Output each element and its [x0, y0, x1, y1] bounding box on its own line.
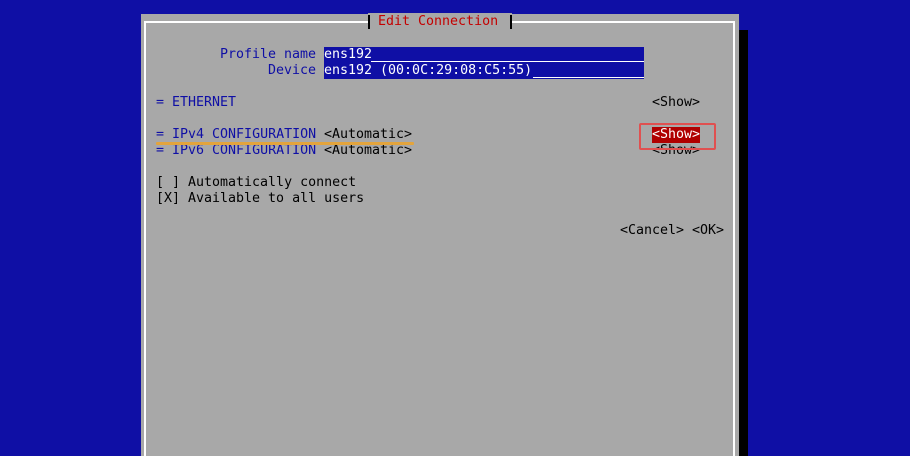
dialog-shadow [739, 30, 748, 456]
ipv4-method-dropdown[interactable]: <Automatic> [324, 127, 412, 143]
ipv4-annotation-underline [156, 142, 414, 145]
device-label: Device [268, 63, 317, 78]
ipv6-method-dropdown[interactable]: <Automatic> [324, 143, 412, 159]
device-field-underline [533, 77, 644, 78]
all-users-label: Available to all users [188, 191, 365, 206]
ipv4-section-label: = IPv4 CONFIGURATION [156, 127, 317, 142]
dialog-title-bar: Edit Connection [368, 13, 512, 31]
profile-name-label: Profile name [220, 47, 317, 62]
ethernet-section-label: = ETHERNET [156, 95, 237, 110]
cancel-button[interactable]: <Cancel> [620, 223, 684, 239]
ethernet-show-button[interactable]: <Show> [652, 95, 700, 111]
ipv6-section-label: = IPv6 CONFIGURATION [156, 143, 317, 158]
auto-connect-label: Automatically connect [188, 175, 357, 190]
auto-connect-checkbox[interactable]: [ ] [156, 175, 180, 191]
all-users-checkbox[interactable]: [X] [156, 191, 180, 207]
profile-name-field-underline [371, 61, 644, 62]
ipv4-show-annotation-box [639, 123, 716, 150]
dialog-title: Edit Connection [378, 14, 499, 29]
ok-button[interactable]: <OK> [692, 223, 724, 239]
